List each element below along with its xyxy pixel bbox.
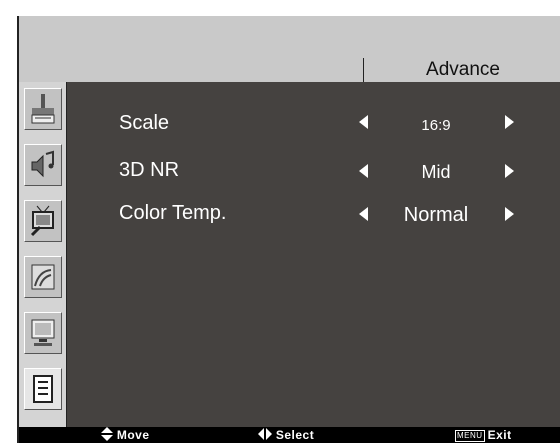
menu-key-icon: MENU bbox=[455, 429, 485, 442]
up-down-arrow-icon bbox=[101, 427, 113, 445]
select-label: Select bbox=[275, 428, 315, 442]
menu-row-scale[interactable]: Scale 16:9 bbox=[119, 107, 549, 139]
right-arrow-icon[interactable] bbox=[505, 115, 514, 129]
exit-hint: MENU Exit bbox=[455, 427, 512, 443]
menu-row-value: Normal bbox=[403, 204, 469, 226]
left-arrow-icon[interactable] bbox=[359, 115, 368, 129]
select-hint: Select bbox=[258, 427, 314, 443]
move-label: Move bbox=[116, 428, 150, 443]
menu-row-value: Mid bbox=[421, 162, 451, 182]
osd-menu: Advance Scale 16:9 3D NR Mid Color Temp.… bbox=[17, 16, 560, 443]
exit-label: Exit bbox=[487, 428, 512, 442]
right-arrow-icon[interactable] bbox=[505, 164, 514, 178]
menu-row-3d-nr[interactable]: 3D NR Mid bbox=[119, 154, 549, 186]
hint-bar: Move Select MENU Exit bbox=[19, 427, 560, 443]
left-arrow-icon[interactable] bbox=[359, 164, 368, 178]
left-right-arrow-icon bbox=[258, 427, 272, 444]
osd-menu-list: Scale 16:9 3D NR Mid Color Temp. Normal bbox=[19, 16, 560, 443]
move-hint: Move bbox=[101, 427, 150, 443]
menu-row-label: Scale bbox=[119, 112, 170, 134]
menu-row-color-temp[interactable]: Color Temp. Normal bbox=[119, 197, 549, 229]
menu-row-value: 16:9 bbox=[421, 117, 451, 134]
left-arrow-icon[interactable] bbox=[359, 207, 368, 221]
menu-row-label: Color Temp. bbox=[119, 202, 227, 224]
right-arrow-icon[interactable] bbox=[505, 207, 514, 221]
menu-row-label: 3D NR bbox=[119, 159, 180, 181]
